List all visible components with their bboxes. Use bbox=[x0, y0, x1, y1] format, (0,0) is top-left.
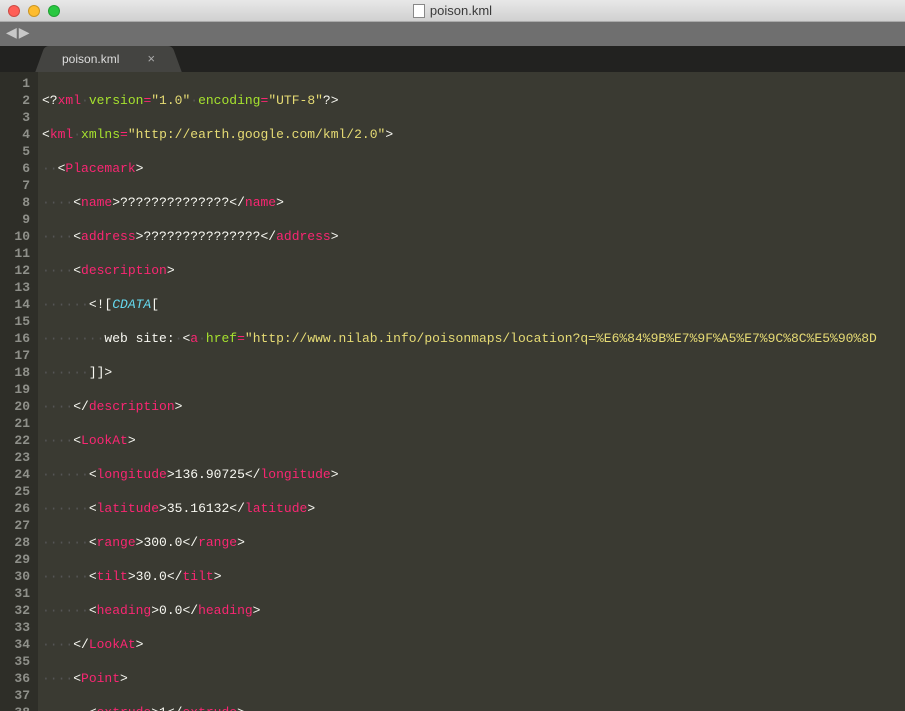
tab-bar: poison.kml × bbox=[0, 46, 905, 72]
code-line: <?xml·version="1.0"·encoding="UTF-8"?> bbox=[42, 92, 877, 109]
close-window-button[interactable] bbox=[8, 5, 20, 17]
line-number: 13 bbox=[6, 279, 30, 296]
code-line: ······<latitude>35.16132</latitude> bbox=[42, 500, 877, 517]
code-line: ····<LookAt> bbox=[42, 432, 877, 449]
nav-arrows: ◀ ▶ bbox=[6, 27, 30, 41]
line-number: 2 bbox=[6, 92, 30, 109]
line-number: 11 bbox=[6, 245, 30, 262]
code-line: ····<address>???????????????</address> bbox=[42, 228, 877, 245]
line-number: 31 bbox=[6, 585, 30, 602]
line-number: 9 bbox=[6, 211, 30, 228]
line-number: 21 bbox=[6, 415, 30, 432]
line-number: 27 bbox=[6, 517, 30, 534]
zoom-window-button[interactable] bbox=[48, 5, 60, 17]
nav-back-button[interactable]: ◀ bbox=[6, 27, 17, 41]
line-number: 6 bbox=[6, 160, 30, 177]
line-number: 24 bbox=[6, 466, 30, 483]
line-number: 26 bbox=[6, 500, 30, 517]
line-number-gutter: 1 2 3 4 5 6 7 8 9 10 11 12 13 14 15 16 1… bbox=[0, 72, 38, 711]
line-number: 29 bbox=[6, 551, 30, 568]
code-line: ······<heading>0.0</heading> bbox=[42, 602, 877, 619]
code-line: ······]]> bbox=[42, 364, 877, 381]
line-number: 37 bbox=[6, 687, 30, 704]
code-line: ····<name>??????????????</name> bbox=[42, 194, 877, 211]
code-area[interactable]: <?xml·version="1.0"·encoding="UTF-8"?> <… bbox=[38, 72, 877, 711]
code-line: <kml·xmlns="http://earth.google.com/kml/… bbox=[42, 126, 877, 143]
line-number: 35 bbox=[6, 653, 30, 670]
document-icon bbox=[413, 4, 425, 18]
tab-title: poison.kml bbox=[62, 52, 119, 66]
code-line: ······<![CDATA[ bbox=[42, 296, 877, 313]
code-line: ····</description> bbox=[42, 398, 877, 415]
line-number: 22 bbox=[6, 432, 30, 449]
line-number: 38 bbox=[6, 704, 30, 711]
code-line: ······<range>300.0</range> bbox=[42, 534, 877, 551]
line-number: 34 bbox=[6, 636, 30, 653]
line-number: 30 bbox=[6, 568, 30, 585]
titlebar-center: poison.kml bbox=[413, 3, 492, 18]
line-number: 36 bbox=[6, 670, 30, 687]
line-number: 10 bbox=[6, 228, 30, 245]
line-number: 12 bbox=[6, 262, 30, 279]
code-line: ······<extrude>1</extrude> bbox=[42, 704, 877, 711]
line-number: 18 bbox=[6, 364, 30, 381]
line-number: 7 bbox=[6, 177, 30, 194]
line-number: 20 bbox=[6, 398, 30, 415]
line-number: 25 bbox=[6, 483, 30, 500]
window-titlebar: poison.kml bbox=[0, 0, 905, 22]
line-number: 28 bbox=[6, 534, 30, 551]
line-number: 23 bbox=[6, 449, 30, 466]
nav-forward-button[interactable]: ▶ bbox=[19, 27, 30, 41]
line-number: 16 bbox=[6, 330, 30, 347]
tab-active[interactable]: poison.kml × bbox=[48, 46, 169, 72]
line-number: 8 bbox=[6, 194, 30, 211]
window-title: poison.kml bbox=[430, 3, 492, 18]
line-number: 1 bbox=[6, 75, 30, 92]
editor: 1 2 3 4 5 6 7 8 9 10 11 12 13 14 15 16 1… bbox=[0, 72, 905, 711]
code-line: ······<longitude>136.90725</longitude> bbox=[42, 466, 877, 483]
traffic-lights bbox=[8, 5, 60, 17]
line-number: 33 bbox=[6, 619, 30, 636]
code-line: ····</LookAt> bbox=[42, 636, 877, 653]
line-number: 4 bbox=[6, 126, 30, 143]
line-number: 15 bbox=[6, 313, 30, 330]
code-line: ····<description> bbox=[42, 262, 877, 279]
toolbar: ◀ ▶ bbox=[0, 22, 905, 46]
code-line: ····<Point> bbox=[42, 670, 877, 687]
line-number: 17 bbox=[6, 347, 30, 364]
code-line: ··<Placemark> bbox=[42, 160, 877, 177]
line-number: 19 bbox=[6, 381, 30, 398]
line-number: 14 bbox=[6, 296, 30, 313]
code-line: ········web site:·<a·href="http://www.ni… bbox=[42, 330, 877, 347]
line-number: 5 bbox=[6, 143, 30, 160]
tab-close-icon[interactable]: × bbox=[147, 52, 155, 67]
line-number: 3 bbox=[6, 109, 30, 126]
minimize-window-button[interactable] bbox=[28, 5, 40, 17]
line-number: 32 bbox=[6, 602, 30, 619]
code-line: ······<tilt>30.0</tilt> bbox=[42, 568, 877, 585]
